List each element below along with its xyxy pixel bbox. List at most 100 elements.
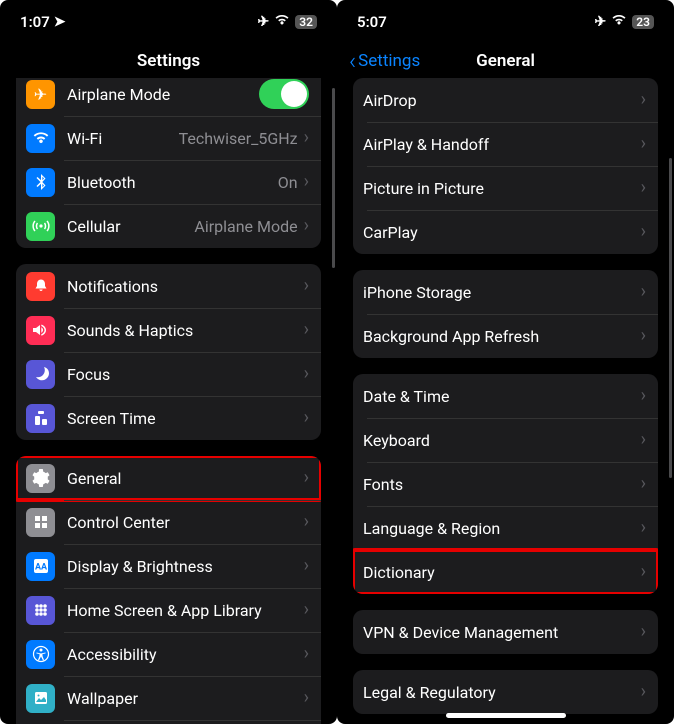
general-group-1: AirDrop › AirPlay & Handoff › Picture in…: [353, 78, 658, 254]
settings-row-standby[interactable]: StandBy ›: [16, 720, 321, 724]
status-bar: 5:07 ✈︎ 23: [337, 0, 674, 44]
settings-group-connectivity: ✈︎ Airplane Mode Wi-Fi Techwiser_5GHz › …: [16, 78, 321, 248]
chevron-right-icon: ›: [641, 91, 646, 109]
chevron-right-icon: ›: [304, 409, 309, 427]
general-group-3: Date & Time › Keyboard › Fonts › Languag…: [353, 374, 658, 594]
home-indicator[interactable]: [446, 713, 566, 718]
phone-right: 5:07 ✈︎ 23 ‹ Settings General AirDrop › …: [337, 0, 674, 724]
settings-row-homescreen[interactable]: Home Screen & App Library ›: [16, 588, 321, 632]
svg-text:AA: AA: [34, 563, 47, 573]
row-label: Wi-Fi: [67, 129, 179, 148]
wallpaper-icon: [26, 684, 55, 713]
chevron-right-icon: ›: [641, 623, 646, 641]
general-row-airplay[interactable]: AirPlay & Handoff ›: [353, 122, 658, 166]
chevron-right-icon: ›: [641, 431, 646, 449]
row-label: Wallpaper: [67, 689, 304, 708]
general-content: AirDrop › AirPlay & Handoff › Picture in…: [337, 78, 674, 724]
airplane-mode-icon: ✈︎: [258, 14, 270, 30]
chevron-right-icon: ›: [304, 469, 309, 487]
nav-bar: ‹ Settings General: [337, 44, 674, 78]
general-group-2: iPhone Storage › Background App Refresh …: [353, 270, 658, 358]
chevron-right-icon: ›: [304, 601, 309, 619]
gear-icon: [26, 464, 55, 493]
row-label: Language & Region: [363, 519, 641, 538]
settings-row-accessibility[interactable]: Accessibility ›: [16, 632, 321, 676]
settings-row-controlcenter[interactable]: Control Center ›: [16, 500, 321, 544]
chevron-right-icon: ›: [304, 217, 309, 235]
settings-row-wifi[interactable]: Wi-Fi Techwiser_5GHz ›: [16, 116, 321, 160]
settings-group-general: General › Control Center › AA Display & …: [16, 456, 321, 724]
airplane-mode-icon: ✈︎: [595, 14, 607, 30]
settings-content: ✈︎ Airplane Mode Wi-Fi Techwiser_5GHz › …: [0, 78, 337, 724]
row-label: Accessibility: [67, 645, 304, 664]
settings-row-focus[interactable]: Focus ›: [16, 352, 321, 396]
chevron-right-icon: ›: [641, 135, 646, 153]
settings-row-cellular[interactable]: Cellular Airplane Mode ›: [16, 204, 321, 248]
general-row-vpn[interactable]: VPN & Device Management ›: [353, 610, 658, 654]
row-label: Control Center: [67, 513, 304, 532]
row-label: Keyboard: [363, 431, 641, 450]
general-row-legal[interactable]: Legal & Regulatory ›: [353, 670, 658, 714]
status-time: 5:07: [357, 13, 387, 31]
general-row-keyboard[interactable]: Keyboard ›: [353, 418, 658, 462]
row-label: Background App Refresh: [363, 327, 641, 346]
display-icon: AA: [26, 552, 55, 581]
row-value: Techwiser_5GHz: [179, 129, 298, 148]
page-title: General: [476, 51, 535, 71]
notifications-icon: [26, 272, 55, 301]
bluetooth-icon: [26, 168, 55, 197]
wifi-icon: [274, 14, 290, 30]
row-label: Notifications: [67, 277, 304, 296]
chevron-right-icon: ›: [641, 283, 646, 301]
general-row-airdrop[interactable]: AirDrop ›: [353, 78, 658, 122]
chevron-right-icon: ›: [641, 179, 646, 197]
chevron-right-icon: ›: [641, 475, 646, 493]
settings-row-airplane[interactable]: ✈︎ Airplane Mode: [16, 78, 321, 116]
battery-indicator: 23: [632, 15, 654, 29]
row-label: Fonts: [363, 475, 641, 494]
general-row-dictionary[interactable]: Dictionary ›: [353, 550, 658, 594]
settings-row-wallpaper[interactable]: Wallpaper ›: [16, 676, 321, 720]
general-row-carplay[interactable]: CarPlay ›: [353, 210, 658, 254]
settings-row-general[interactable]: General ›: [16, 456, 321, 500]
settings-row-sounds[interactable]: Sounds & Haptics ›: [16, 308, 321, 352]
row-label: Display & Brightness: [67, 557, 304, 576]
row-label: AirPlay & Handoff: [363, 135, 641, 154]
settings-group-notifications: Notifications › Sounds & Haptics › Focus…: [16, 264, 321, 440]
back-button[interactable]: ‹ Settings: [349, 47, 420, 75]
battery-indicator: 32: [295, 15, 317, 29]
row-value: Airplane Mode: [194, 217, 297, 236]
page-title: Settings: [137, 51, 200, 71]
airplane-icon: ✈︎: [26, 80, 55, 109]
row-label: Legal & Regulatory: [363, 683, 641, 702]
general-row-fonts[interactable]: Fonts ›: [353, 462, 658, 506]
settings-row-notifications[interactable]: Notifications ›: [16, 264, 321, 308]
chevron-right-icon: ›: [304, 129, 309, 147]
row-label: General: [67, 469, 304, 488]
row-label: VPN & Device Management: [363, 623, 641, 642]
home-screen-icon: [26, 596, 55, 625]
settings-row-screentime[interactable]: Screen Time ›: [16, 396, 321, 440]
chevron-right-icon: ›: [304, 321, 309, 339]
general-row-bgrefresh[interactable]: Background App Refresh ›: [353, 314, 658, 358]
chevron-right-icon: ›: [641, 387, 646, 405]
general-row-datetime[interactable]: Date & Time ›: [353, 374, 658, 418]
settings-row-display[interactable]: AA Display & Brightness ›: [16, 544, 321, 588]
chevron-right-icon: ›: [641, 223, 646, 241]
general-row-storage[interactable]: iPhone Storage ›: [353, 270, 658, 314]
general-row-langregion[interactable]: Language & Region ›: [353, 506, 658, 550]
phone-left: 1:07 ➤ ✈︎ 32 Settings ✈︎ Airplane Mode: [0, 0, 337, 724]
chevron-left-icon: ‹: [349, 47, 356, 75]
chevron-right-icon: ›: [641, 327, 646, 345]
chevron-right-icon: ›: [641, 519, 646, 537]
general-row-pip[interactable]: Picture in Picture ›: [353, 166, 658, 210]
general-group-5: Legal & Regulatory ›: [353, 670, 658, 714]
airplane-toggle[interactable]: [259, 79, 309, 109]
row-label: Home Screen & App Library: [67, 601, 304, 620]
settings-row-bluetooth[interactable]: Bluetooth On ›: [16, 160, 321, 204]
chevron-right-icon: ›: [641, 563, 646, 581]
row-label: Dictionary: [363, 563, 641, 582]
wifi-icon: [611, 14, 627, 30]
general-group-4: VPN & Device Management ›: [353, 610, 658, 654]
sounds-icon: [26, 316, 55, 345]
